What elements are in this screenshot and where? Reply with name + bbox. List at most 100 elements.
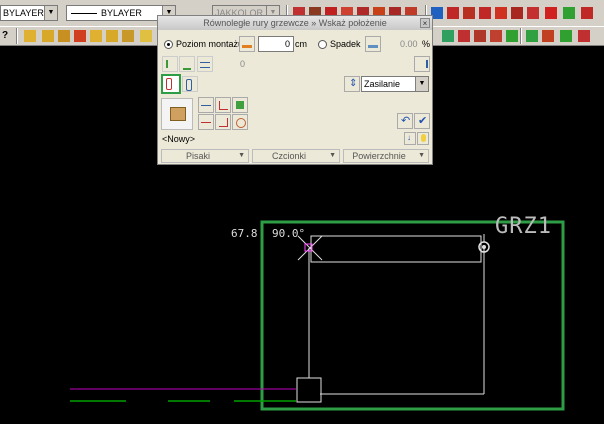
layer-off-icon[interactable] xyxy=(74,30,86,42)
room-highlight-rect xyxy=(260,220,565,411)
draw-angle-icon xyxy=(219,101,228,110)
layer-iso-icon[interactable] xyxy=(140,30,152,42)
riser-box[interactable] xyxy=(296,377,322,403)
elbow-tool-icon[interactable] xyxy=(511,7,523,19)
mode-slope-radio[interactable] xyxy=(318,40,327,49)
tab-surfaces-label: Powierzchnie xyxy=(352,151,406,161)
mode-level-radio[interactable] xyxy=(164,40,173,49)
draw-arc-button[interactable] xyxy=(232,114,248,130)
arrow-down-icon: ↓ xyxy=(407,133,411,142)
level-input-value: 0 xyxy=(284,39,290,49)
preset-down-button[interactable]: ↓ xyxy=(404,132,416,145)
slope-icon xyxy=(368,45,378,48)
chevron-down-icon: ▼ xyxy=(238,152,245,159)
trace-tool-icon[interactable] xyxy=(545,7,557,19)
toolbar-separator xyxy=(520,28,522,44)
supply-select-value: Zasilanie xyxy=(364,79,401,89)
swap-arrows-icon: ⇕ xyxy=(349,78,358,89)
pipe-route-icon xyxy=(183,60,191,70)
slope-unit: % xyxy=(422,39,431,49)
draw-diagonal-button[interactable] xyxy=(215,114,231,130)
layer-combo[interactable]: BYLAYER ▼ xyxy=(0,5,58,21)
linetype-combo-value: BYLAYER xyxy=(101,8,142,18)
valve-center xyxy=(482,245,486,249)
print-tool-icon[interactable] xyxy=(490,30,502,42)
reducer-tool-icon[interactable] xyxy=(527,7,539,19)
close-icon[interactable]: × xyxy=(420,18,430,28)
preset-tip-button[interactable] xyxy=(417,132,429,145)
lightbulb-icon xyxy=(421,134,426,142)
tab-pens-label: Pisaki xyxy=(185,151,210,161)
radiator-outline[interactable] xyxy=(310,235,482,263)
layer-combo-value: BYLAYER xyxy=(3,8,44,18)
dimension-text: 67.8 xyxy=(231,227,258,240)
options-button[interactable] xyxy=(414,56,430,72)
undo-icon: ↶ xyxy=(401,115,411,127)
pick-level-button[interactable] xyxy=(239,36,255,52)
mode-level-label: Poziom montażu xyxy=(176,39,244,49)
pick-slope-button[interactable] xyxy=(365,36,381,52)
spacing-value: 0 xyxy=(240,59,246,69)
spacing-button[interactable] xyxy=(197,56,213,72)
calc-tool-icon[interactable] xyxy=(442,30,454,42)
confirm-button[interactable]: ✔ xyxy=(414,113,430,129)
draw-arc-icon xyxy=(236,118,246,128)
parallel-pipes-dialog: Równoległe rury grzewcze » Wskaż położen… xyxy=(157,15,433,165)
tab-fonts[interactable]: Czcionki ▼ xyxy=(252,149,340,163)
draw-corner-button[interactable] xyxy=(232,97,248,113)
ok-tool-icon[interactable] xyxy=(506,30,518,42)
draw-offset-button[interactable] xyxy=(198,114,214,130)
pipe-style-icon xyxy=(166,60,176,68)
slope-value: 0.00 xyxy=(400,39,418,49)
legend-tool-icon[interactable] xyxy=(560,30,572,42)
settings-tool-icon[interactable] xyxy=(578,30,590,42)
help-icon[interactable]: ? xyxy=(2,30,14,42)
draw-line-button[interactable] xyxy=(198,97,214,113)
report-tool-icon[interactable] xyxy=(458,30,470,42)
chevron-down-icon: ▼ xyxy=(329,152,336,159)
dialog-title[interactable]: Równoległe rury grzewcze » Wskaż położen… xyxy=(158,16,432,30)
supply-select[interactable]: Zasilanie ▼ xyxy=(361,76,429,92)
pipe-style-button[interactable] xyxy=(162,56,178,72)
branch-tool-icon[interactable] xyxy=(479,7,491,19)
one-pipe-button[interactable] xyxy=(182,76,198,92)
chevron-down-icon: ▼ xyxy=(418,152,425,159)
pipe-route-button[interactable] xyxy=(179,56,195,72)
dimension-tool-icon[interactable] xyxy=(526,30,538,42)
draw-angle-button[interactable] xyxy=(215,97,231,113)
layer-state-icon[interactable] xyxy=(42,30,54,42)
mode-slope-label: Spadek xyxy=(330,39,361,49)
layer-match-icon[interactable] xyxy=(122,30,134,42)
draw-corner-icon xyxy=(236,101,244,109)
level-unit: cm xyxy=(295,39,307,49)
two-pipe-button[interactable] xyxy=(161,74,181,94)
swap-direction-button[interactable]: ⇕ xyxy=(344,76,360,92)
undo-button[interactable]: ↶ xyxy=(397,113,413,129)
table-tool-icon[interactable] xyxy=(474,30,486,42)
label-tool-icon[interactable] xyxy=(542,30,554,42)
layer-freeze-icon[interactable] xyxy=(90,30,102,42)
preset-label[interactable]: <Nowy> xyxy=(162,133,195,145)
connect-tool-icon[interactable] xyxy=(447,7,459,19)
one-pipe-icon xyxy=(186,79,192,91)
draw-offset-icon xyxy=(201,122,211,123)
chevron-down-icon[interactable]: ▼ xyxy=(44,6,57,20)
check-icon: ✔ xyxy=(418,115,428,127)
layer-tool-icon[interactable] xyxy=(24,30,36,42)
level-icon xyxy=(242,45,252,48)
tee-tool-icon[interactable] xyxy=(495,7,507,19)
delete-tool-icon[interactable] xyxy=(581,7,593,19)
draw-diagonal-icon xyxy=(219,118,228,127)
tab-fonts-label: Czcionki xyxy=(271,151,306,161)
angle-text: 90.0° xyxy=(272,227,306,240)
check-tool-icon[interactable] xyxy=(563,7,575,19)
level-input[interactable]: 0 xyxy=(258,36,294,52)
tab-pens[interactable]: Pisaki ▼ xyxy=(161,149,249,163)
layer-props-icon[interactable] xyxy=(58,30,70,42)
layer-lock-icon[interactable] xyxy=(106,30,118,42)
draw-line-icon xyxy=(201,105,211,106)
component-library-button[interactable] xyxy=(161,98,193,130)
tab-surfaces[interactable]: Powierzchnie ▼ xyxy=(343,149,429,163)
chevron-down-icon[interactable]: ▼ xyxy=(415,77,428,91)
split-tool-icon[interactable] xyxy=(463,7,475,19)
